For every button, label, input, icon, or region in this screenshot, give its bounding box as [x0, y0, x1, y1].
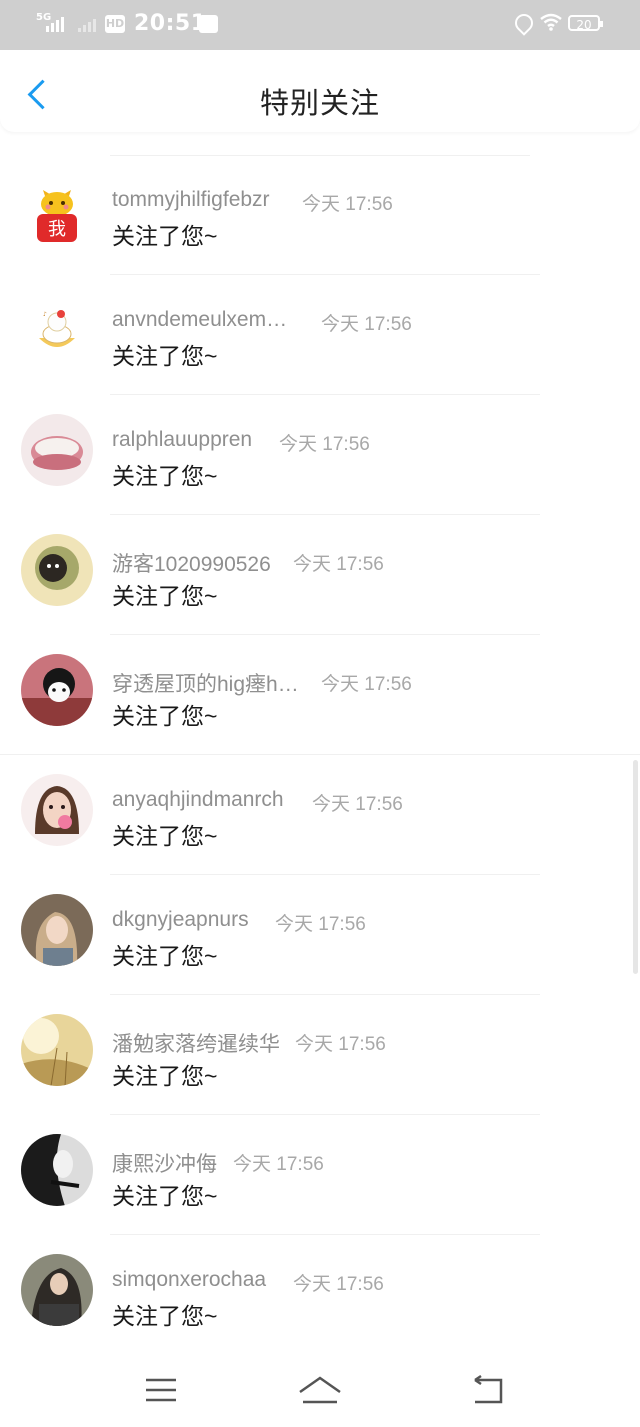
username[interactable]: tommyjhilfigfebzr — [112, 188, 270, 212]
page-title: 特别关注 — [259, 88, 380, 120]
location-icon — [511, 10, 537, 36]
home-icon — [299, 1376, 341, 1404]
timestamp: 今天 17:56 — [321, 314, 412, 335]
list-item[interactable]: 我 tommyjhilfigfebzr 今天 17:56 关注了您~ — [0, 155, 640, 275]
list-item[interactable]: 潘勉家落绔暹续华 今天 17:56 关注了您~ — [0, 995, 640, 1115]
timestamp: 今天 17:56 — [321, 674, 412, 695]
avatar[interactable] — [21, 1014, 93, 1086]
avatar[interactable]: 我 — [21, 174, 93, 246]
status-bar: 5G HD 20:51 20 — [0, 0, 640, 50]
list-item[interactable]: simqonxerochaa 今天 17:56 关注了您~ — [0, 1235, 640, 1355]
notification-message: 关注了您~ — [112, 1183, 218, 1209]
notification-message: 关注了您~ — [112, 1063, 218, 1089]
username[interactable]: 康熙沙冲侮 — [112, 1148, 217, 1178]
avatar[interactable] — [21, 1134, 93, 1206]
avatar[interactable] — [21, 534, 93, 606]
avatar-text: 我 — [48, 219, 66, 240]
avatar[interactable] — [21, 894, 93, 966]
notification-message: 关注了您~ — [112, 583, 218, 609]
wifi-icon — [539, 12, 563, 37]
home-button[interactable] — [295, 1372, 345, 1408]
back-icon — [474, 1374, 503, 1404]
title-bar: 特别关注 — [0, 50, 640, 132]
avatar[interactable] — [21, 414, 93, 486]
list-item[interactable]: 游客1020990526 今天 17:56 关注了您~ — [0, 515, 640, 635]
battery-icon: 20 — [568, 15, 603, 32]
timestamp: 今天 17:56 — [293, 1274, 384, 1295]
timestamp: 今天 17:56 — [295, 1034, 386, 1055]
timestamp: 今天 17:56 — [293, 554, 384, 575]
timestamp: 今天 17:56 — [279, 434, 370, 455]
timestamp: 今天 17:56 — [302, 194, 393, 215]
menu-icon — [146, 1378, 176, 1402]
menu-button[interactable] — [136, 1372, 186, 1408]
svg-text:♪: ♪ — [43, 311, 47, 318]
notification-message: 关注了您~ — [112, 223, 218, 249]
username[interactable]: anvndemeulxem… — [112, 308, 287, 332]
scrollbar[interactable] — [633, 760, 638, 974]
username[interactable]: ralphlauuppren — [112, 428, 252, 452]
list-item[interactable]: anyaqhjindmanrch 今天 17:56 关注了您~ — [0, 755, 640, 875]
list-item[interactable]: dkgnyjeapnurs 今天 17:56 关注了您~ — [0, 875, 640, 995]
avatar[interactable]: ♪ — [21, 294, 93, 366]
username[interactable]: simqonxerochaa — [112, 1268, 266, 1292]
list-item[interactable]: ♪ anvndemeulxem… 今天 17:56 关注了您~ — [0, 275, 640, 395]
back-button-system[interactable] — [463, 1372, 513, 1408]
system-navigation-bar — [0, 1352, 640, 1427]
list-item[interactable]: ralphlauuppren 今天 17:56 关注了您~ — [0, 395, 640, 515]
notification-message: 关注了您~ — [112, 1303, 218, 1329]
timestamp: 今天 17:56 — [233, 1154, 324, 1175]
timestamp: 今天 17:56 — [275, 914, 366, 935]
notification-message: 关注了您~ — [112, 703, 218, 729]
notification-message: 关注了您~ — [112, 463, 218, 489]
username[interactable]: 潘勉家落绔暹续华 — [112, 1028, 280, 1058]
notification-message: 关注了您~ — [112, 343, 218, 369]
hd-badge: HD — [105, 15, 125, 33]
username[interactable]: dkgnyjeapnurs — [112, 908, 249, 932]
username[interactable]: anyaqhjindmanrch — [112, 788, 284, 812]
avatar[interactable] — [21, 774, 93, 846]
username[interactable]: 穿透屋顶的hig瘗h… — [112, 668, 299, 698]
notification-message: 关注了您~ — [112, 943, 218, 969]
avatar[interactable] — [21, 1254, 93, 1326]
list-item[interactable]: 穿透屋顶的hig瘗h… 今天 17:56 关注了您~ — [0, 635, 640, 755]
message-icon — [199, 15, 218, 33]
clock: 20:51 — [134, 11, 207, 36]
avatar[interactable] — [21, 654, 93, 726]
username[interactable]: 游客1020990526 — [112, 548, 271, 578]
notification-message: 关注了您~ — [112, 823, 218, 849]
timestamp: 今天 17:56 — [312, 794, 403, 815]
signal-icon — [46, 16, 106, 32]
list-item[interactable]: 康熙沙冲侮 今天 17:56 关注了您~ — [0, 1115, 640, 1235]
